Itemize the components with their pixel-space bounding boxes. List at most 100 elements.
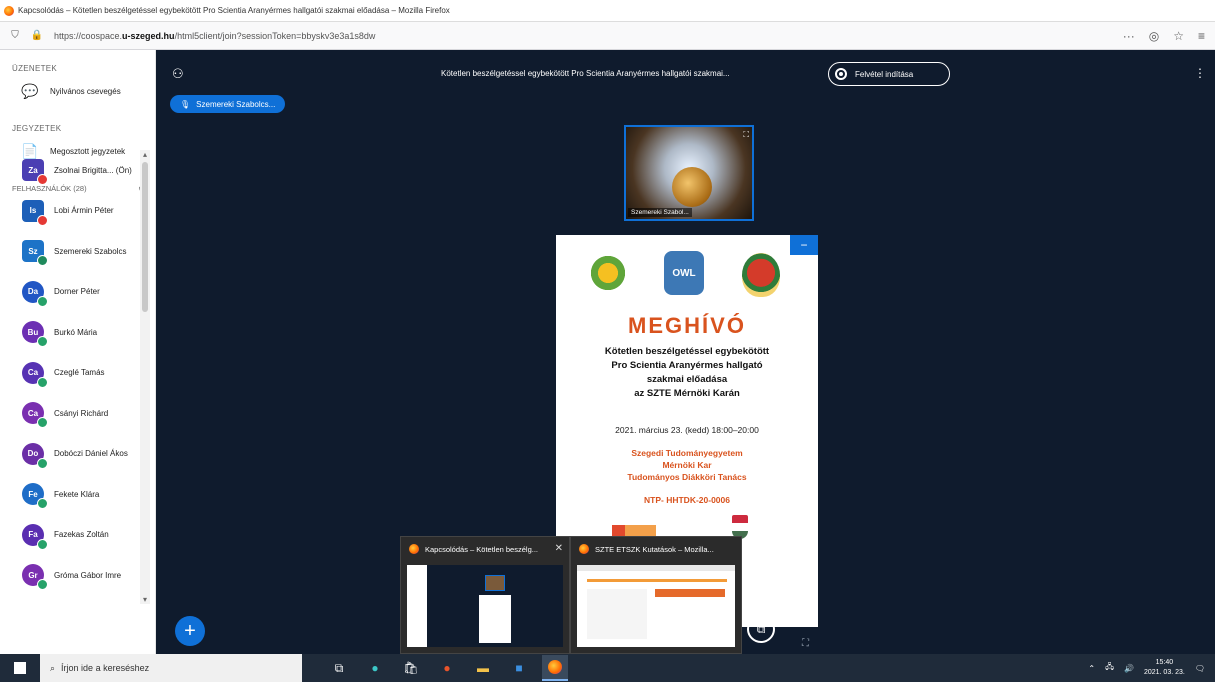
slide-organizer: Szegedi Tudományegyetem Mérnöki Kar Tudo… xyxy=(627,448,747,482)
user-list-scrollbar[interactable]: ▴ ▾ xyxy=(140,150,150,604)
slide-logos: OWL xyxy=(556,247,818,303)
user-list-item[interactable]: Do Dobóczi Dániel Ákos xyxy=(0,434,140,475)
user-list-item[interactable]: Is Lobi Ármin Péter xyxy=(0,191,140,232)
user-list-item[interactable]: Fe Fekete Klára xyxy=(0,474,140,515)
presenter-name: Szemereki Szabolcs... xyxy=(196,99,276,109)
status-badge xyxy=(37,498,48,510)
outlook-icon[interactable]: ■ xyxy=(506,655,532,681)
window-title: Kapcsolódás – Kötetlen beszélgetéssel eg… xyxy=(18,6,450,15)
notes-section-title: JEGYZETEK xyxy=(12,124,62,133)
taskbar-preview-2[interactable]: SZTE ETSZK Kutatások – Mozilla... xyxy=(570,536,742,654)
avatar: Fa xyxy=(22,523,48,550)
avatar: Ca xyxy=(22,402,48,429)
slide-date: 2021. március 23. (kedd) 18:00–20:00 xyxy=(615,425,759,435)
share-screen-button[interactable]: ⧉ xyxy=(747,615,775,643)
actions-plus-button[interactable]: + xyxy=(175,616,205,646)
volume-icon[interactable]: 🔊 xyxy=(1124,664,1134,673)
office-icon[interactable]: ● xyxy=(434,655,460,681)
record-label: Felvétel indítása xyxy=(855,69,914,79)
user-name: Dorner Péter xyxy=(54,287,100,297)
user-list-item[interactable]: Gr Gróma Gábor Imre xyxy=(0,555,140,596)
preview-title: Kapcsolódás – Kötetlen beszélg... xyxy=(425,544,538,554)
search-placeholder: Írjon ide a kereséshez xyxy=(61,663,150,673)
user-list-item[interactable]: Ca Csányi Richárd xyxy=(0,393,140,434)
webcam-video[interactable]: ⛶ Szemereki Szabol... xyxy=(624,125,754,221)
user-list-item[interactable]: Ca Czeglé Tamás xyxy=(0,353,140,394)
user-list-item[interactable]: Fa Fazekas Zoltán xyxy=(0,515,140,556)
user-list-item[interactable]: Bu Burkó Mária xyxy=(0,312,140,353)
scroll-up-icon[interactable]: ▴ xyxy=(140,150,150,159)
avatar: Is xyxy=(22,199,48,226)
bookmark-star-icon[interactable]: ☆ xyxy=(1173,29,1184,43)
user-name: Zsolnai Brigitta... (Ön) xyxy=(54,165,132,175)
status-badge xyxy=(37,295,48,307)
scroll-down-icon[interactable]: ▾ xyxy=(140,595,150,604)
edge-icon[interactable]: ● xyxy=(362,655,388,681)
record-button[interactable]: Felvétel indítása xyxy=(828,62,950,86)
record-icon xyxy=(835,68,847,80)
user-list: Za Zsolnai Brigitta... (Ön) Is Lobi Ármin P… xyxy=(0,150,140,596)
taskbar-preview-1[interactable]: Kapcsolódás – Kötetlen beszélg... ✕ xyxy=(400,536,570,654)
meeting-title: Kötetlen beszélgetéssel egybekötött Pro … xyxy=(441,69,730,78)
options-kebab-icon[interactable]: ⋮ xyxy=(1194,66,1206,80)
windows-start-icon[interactable] xyxy=(0,662,40,674)
scrollbar-thumb[interactable] xyxy=(142,162,148,312)
user-name: Czeglé Tamás xyxy=(54,368,105,378)
avatar: Sz xyxy=(22,240,48,267)
user-name: Csányi Richárd xyxy=(54,408,109,418)
lock-icon[interactable]: 🔒 xyxy=(30,30,44,41)
network-icon[interactable]: 🖧 xyxy=(1105,661,1114,675)
avatar: Gr xyxy=(22,564,48,591)
slide-subtitle: Kötetlen beszélgetéssel egybekötött Pro … xyxy=(604,346,770,399)
user-list-item[interactable]: Za Zsolnai Brigitta... (Ön) xyxy=(0,150,140,191)
preview-thumbnail xyxy=(577,565,735,647)
firefox-taskbar-icon[interactable] xyxy=(542,655,568,681)
avatar: Ca xyxy=(22,361,48,388)
fullscreen-icon[interactable]: ⛶ xyxy=(743,130,749,140)
presenter-tag[interactable]: 🎙 Szemereki Szabolcs... xyxy=(170,95,286,113)
file-explorer-icon[interactable]: ▬ xyxy=(470,655,496,681)
chevron-up-icon[interactable]: ⌃ xyxy=(1088,664,1095,673)
avatar: Za xyxy=(22,159,48,186)
shield-icon[interactable]: ⛉ xyxy=(8,30,22,41)
page-actions-icon[interactable]: ··· xyxy=(1123,29,1135,43)
search-icon: ⌕ xyxy=(50,662,56,673)
owl-logo: OWL xyxy=(664,251,704,295)
public-chat-label: Nyilvános csevegés xyxy=(50,86,121,96)
task-view-icon[interactable]: ⧉ xyxy=(326,655,352,681)
sun-logo xyxy=(588,253,628,293)
user-name: Burkó Mária xyxy=(54,327,98,337)
status-badge xyxy=(37,214,48,226)
user-list-item[interactable]: Da Dorner Péter xyxy=(0,272,140,313)
chat-icon: 💬 xyxy=(21,82,39,99)
slide-fullscreen-icon[interactable]: ⛶ xyxy=(802,638,809,649)
notifications-icon[interactable]: 🗨 xyxy=(1195,664,1205,673)
browser-titlebar: Kapcsolódás – Kötetlen beszélgetéssel eg… xyxy=(0,0,1215,22)
status-badge xyxy=(37,457,48,469)
user-name: Szemereki Szabolcs xyxy=(54,246,127,256)
system-tray: ⌃ 🖧 🔊 15:40 2021. 03. 23. 🗨 xyxy=(1088,658,1205,678)
toggle-users-icon[interactable]: ⚇ xyxy=(172,66,184,82)
user-list-item[interactable]: Sz Szemereki Szabolcs xyxy=(0,231,140,272)
user-name: Fazekas Zoltán xyxy=(54,530,109,540)
user-name: Lobi Ármin Péter xyxy=(54,206,114,216)
preview-thumbnail xyxy=(407,565,563,647)
microphone-icon: 🎙 xyxy=(180,99,191,109)
firefox-icon xyxy=(579,544,589,554)
medal-image xyxy=(672,167,712,207)
clock[interactable]: 15:40 2021. 03. 23. xyxy=(1144,658,1185,678)
avatar: Bu xyxy=(22,321,48,348)
university-seal-logo xyxy=(742,253,780,297)
close-icon[interactable]: ✕ xyxy=(555,543,563,554)
public-chat-item[interactable]: 💬 Nyilvános csevegés xyxy=(0,72,155,110)
avatar: Do xyxy=(22,442,48,469)
windows-taskbar: ⌕ Írjon ide a kereséshez ⧉ ● 🛍 ● ▬ ■ ⌃ 🖧… xyxy=(0,654,1215,682)
pocket-icon[interactable]: ◎ xyxy=(1149,29,1159,43)
store-icon[interactable]: 🛍 xyxy=(398,655,424,681)
meeting-topbar: ⚇ Kötetlen beszélgetéssel egybekötött Pr… xyxy=(156,50,1215,98)
menu-icon[interactable]: ≡ xyxy=(1198,29,1205,43)
slide-heading: MEGHÍVÓ xyxy=(628,313,746,338)
url-field[interactable]: https://coospace.u-szeged.hu/html5client… xyxy=(54,31,1123,41)
taskbar-search[interactable]: ⌕ Írjon ide a kereséshez xyxy=(40,654,302,682)
user-name: Fekete Klára xyxy=(54,489,100,499)
